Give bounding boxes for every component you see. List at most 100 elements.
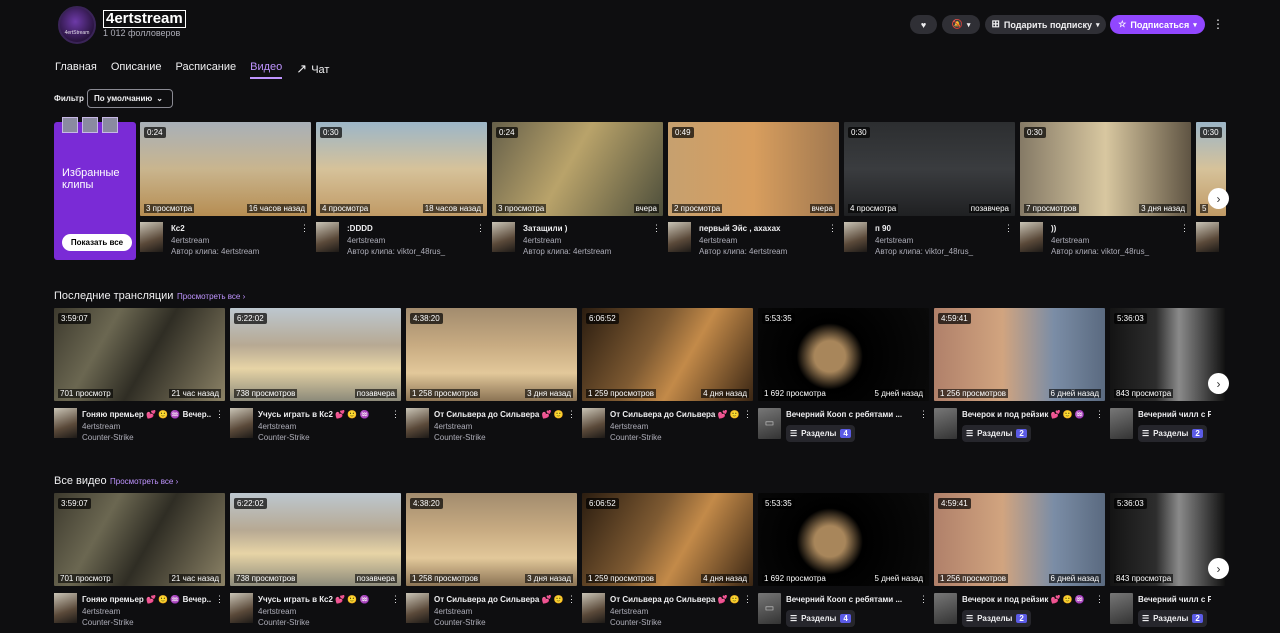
tab-chat[interactable]: ↗ Чат [296,61,343,79]
video-game[interactable]: Counter-Strike [434,433,486,442]
more-options-icon[interactable]: ⋮ [919,409,928,420]
all-video-card[interactable]: 6:06:52 1 259 просмотров 4 дня назад От … [582,493,753,633]
all-video-thumbnail[interactable]: 4:59:41 1 256 просмотров 6 дней назад [934,493,1105,586]
more-options-icon[interactable]: ⋮ [215,594,224,605]
clip-title[interactable]: п 90 [875,224,1001,233]
channel-name[interactable]: 4ertstream [103,10,186,28]
all-video-card[interactable]: 5:53:35 1 692 просмотра 5 дней назад ▭ Ве… [758,493,929,633]
clip-channel[interactable]: 4ertstream [1051,236,1187,245]
video-game[interactable]: Counter-Strike [258,618,310,627]
chapters-button[interactable]: ☰ Разделы 4 [786,425,855,442]
recent-video-thumbnail[interactable]: 6:22:02 738 просмотров позавчера [230,308,401,401]
video-title[interactable]: От Сильвера до Сильвера 💕 🙂 ... [610,410,739,419]
video-game[interactable]: Counter-Strike [610,618,662,627]
video-title[interactable]: Вечерок и под рейзик 💕 🙂 ♒ [962,595,1091,604]
video-title[interactable]: Вечерний чилл с Рези [1138,410,1211,419]
clip-channel[interactable]: 4ertstream [875,236,1011,245]
notifications-button[interactable]: 🔕 ▾ [942,15,980,34]
avatar[interactable] [1110,593,1133,624]
avatar[interactable] [934,408,957,439]
video-game[interactable]: Counter-Strike [610,433,662,442]
recent-video-card[interactable]: 4:59:41 1 256 просмотров 6 дней назад Ве… [934,308,1105,448]
clip-title[interactable]: Кс2 [171,224,297,233]
video-title[interactable]: От Сильвера до Сильвера 💕 🙂 ... [434,595,563,604]
recent-video-card[interactable]: 6:06:52 1 259 просмотров 4 дня назад От … [582,308,753,448]
all-video-card[interactable]: 3:59:07 701 просмотр 21 час назад Гоняю … [54,493,225,633]
tab-home[interactable]: Главная [55,61,97,79]
all-next-arrow[interactable]: › [1208,558,1229,579]
recent-video-card[interactable]: 5:36:03 843 просмотра Вечерний чилл с Ре… [1110,308,1225,448]
video-title[interactable]: Вечерний чилл с Рези [1138,595,1211,604]
clip-title[interactable]: первый Эйс , ахахах [699,224,825,233]
avatar[interactable] [54,408,77,438]
clips-next-arrow[interactable]: › [1208,188,1229,209]
video-title[interactable]: Гоняю премьер 💕 🙂 ♒ Вечер... [82,410,211,419]
more-options-icon[interactable]: ⋮ [919,594,928,605]
video-channel[interactable]: 4ertstream [82,422,120,431]
clip-card[interactable]: 0:30 4 просмотра позавчера п 90 4ertstre… [844,122,1015,262]
clip-title[interactable]: )) [1051,224,1177,233]
more-options-icon[interactable]: ⋮ [215,409,224,420]
chapters-button[interactable]: ☰ Разделы 2 [962,610,1031,627]
all-video-card[interactable]: 5:36:03 843 просмотра Вечерний чилл с Ре… [1110,493,1225,633]
avatar[interactable] [668,222,691,252]
all-video-card[interactable]: 6:22:02 738 просмотров позавчера Учусь и… [230,493,401,633]
clip-title[interactable]: :DDDD [347,224,473,233]
recent-video-card[interactable]: 6:22:02 738 просмотров позавчера Учусь и… [230,308,401,448]
clip-title[interactable]: Затащили ) [523,224,649,233]
video-title[interactable]: Вечерок и под рейзик 💕 🙂 ♒ [962,410,1091,419]
more-options-icon[interactable]: ⋮ [391,409,400,420]
clip-thumbnail[interactable]: 0:49 2 просмотра вчера [668,122,839,216]
chapters-button[interactable]: ☰ Разделы 2 [962,425,1031,442]
avatar[interactable] [934,593,957,624]
video-title[interactable]: Учусь играть в Кс2 💕 🙂 ♒ [258,595,387,604]
all-video-card[interactable]: 4:38:20 1 258 просмотров 3 дня назад От … [406,493,577,633]
video-title[interactable]: Вечерний Кооп с ребятами ... [786,410,915,419]
more-options-icon[interactable]: ⋮ [476,223,485,234]
video-channel[interactable]: 4ertstream [610,422,648,431]
video-channel[interactable]: 4ertstream [610,607,648,616]
chapters-button[interactable]: ☰ Разделы 2 [1138,610,1207,627]
avatar[interactable] [1020,222,1043,252]
clip-thumbnail[interactable]: 0:30 7 просмотров 3 дня назад [1020,122,1191,216]
video-game[interactable]: Counter-Strike [258,433,310,442]
recent-video-thumbnail[interactable]: 3:59:07 701 просмотр 21 час назад [54,308,225,401]
subscribe-button[interactable]: ☆ Подписаться ▾ [1110,15,1205,34]
clip-card[interactable]: 0:30 4 просмотра 18 часов назад :DDDD 4e… [316,122,487,262]
avatar[interactable] [54,593,77,623]
avatar[interactable] [230,593,253,623]
avatar[interactable] [582,593,605,623]
video-title[interactable]: Учусь играть в Кс2 💕 🙂 ♒ [258,410,387,419]
clip-card[interactable]: 0:24 3 просмотра 16 часов назад Кс2 4ert… [140,122,311,262]
recent-next-arrow[interactable]: › [1208,373,1229,394]
avatar[interactable] [582,408,605,438]
clip-thumbnail[interactable]: 0:24 3 просмотра вчера [492,122,663,216]
recent-video-thumbnail[interactable]: 6:06:52 1 259 просмотров 4 дня назад [582,308,753,401]
filter-dropdown[interactable]: По умолчанию ⌄ [87,89,173,108]
all-video-thumbnail[interactable]: 6:06:52 1 259 просмотров 4 дня назад [582,493,753,586]
clip-channel[interactable]: 4ertstream [347,236,483,245]
video-game[interactable]: Counter-Strike [82,618,134,627]
more-options-icon[interactable]: ⋮ [743,594,752,605]
video-channel[interactable]: 4ertstream [434,422,472,431]
video-channel[interactable]: 4ertstream [258,422,296,431]
more-options-icon[interactable]: ⋮ [1212,17,1224,31]
all-video-thumbnail[interactable]: 3:59:07 701 просмотр 21 час назад [54,493,225,586]
recent-video-card[interactable]: 5:53:35 1 692 просмотра 5 дней назад ▭ Ве… [758,308,929,448]
recent-video-thumbnail[interactable]: 5:53:35 1 692 просмотра 5 дней назад [758,308,929,401]
all-video-thumbnail[interactable]: 5:53:35 1 692 просмотра 5 дней назад [758,493,929,586]
video-game[interactable]: Counter-Strike [82,433,134,442]
video-title[interactable]: Гоняю премьер 💕 🙂 ♒ Вечер... [82,595,211,604]
more-options-icon[interactable]: ⋮ [567,409,576,420]
avatar[interactable] [230,408,253,438]
all-video-thumbnail[interactable]: 4:38:20 1 258 просмотров 3 дня назад [406,493,577,586]
video-title[interactable]: От Сильвера до Сильвера 💕 🙂 ... [610,595,739,604]
video-game[interactable]: Counter-Strike [434,618,486,627]
clip-card[interactable]: 0:49 2 просмотра вчера первый Эйс , ахах… [668,122,839,262]
clip-thumbnail[interactable]: 0:24 3 просмотра 16 часов назад [140,122,311,216]
video-channel[interactable]: 4ertstream [434,607,472,616]
more-options-icon[interactable]: ⋮ [1095,594,1104,605]
video-title[interactable]: Вечерний Кооп с ребятами ... [786,595,915,604]
show-all-button[interactable]: Показать все [62,234,132,251]
avatar[interactable] [1110,408,1133,439]
